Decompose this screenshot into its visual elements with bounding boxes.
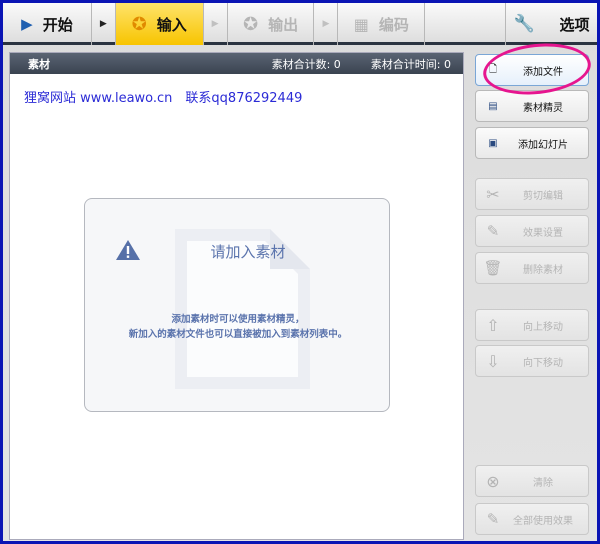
output-tab[interactable]: ✪ 输出 — [228, 3, 315, 45]
edit-icon: ✎ — [486, 222, 500, 240]
apply-all-effects-button[interactable]: ✎ 全部使用效果 — [475, 503, 589, 535]
film-reel-icon: ✪ — [131, 13, 147, 35]
film-reel-icon: ✪ — [242, 13, 259, 35]
empty-hint-line2: 新加入的素材文件也可以直接被加入到素材列表中。 — [128, 329, 348, 340]
encode-tab[interactable]: ▦ 编码 — [338, 3, 426, 45]
window-icon: ▤ — [488, 100, 498, 112]
empty-state-box: 请加入素材 添加素材时可以使用素材精灵， 新加入的素材文件也可以直接被加入到素材… — [84, 198, 390, 412]
panel-header: 素材 素材合计数: 0 素材合计时间: 0 — [10, 53, 463, 74]
close-circle-icon: ⊗ — [486, 471, 500, 491]
wrench-icon: 🔧 — [513, 14, 535, 34]
slideshow-icon: ▣ — [488, 137, 498, 149]
film-strip-icon: ▦ — [353, 14, 369, 34]
step-arrow: ▶ — [204, 3, 228, 45]
website-link[interactable]: 狸窝网站 www.leawo.cn 联系qq876292449 — [24, 87, 302, 106]
toolbar: ▶ 开始 ▶ ✪ 输入 ▶ ✪ 输出 ▶ ▦ 编码 🔧 选项 — [3, 3, 597, 45]
arrow-down-circle-icon: ⇩ — [486, 351, 500, 371]
step-arrow: ▶ — [92, 3, 116, 45]
app-window: ▶ 开始 ▶ ✪ 输入 ▶ ✪ 输出 ▶ ▦ 编码 🔧 选项 素材 素材合计数: 0 素材… — [3, 3, 597, 541]
material-count: 素材合计数: 0 — [271, 57, 341, 71]
toolbar-spacer — [425, 3, 507, 45]
add-slideshow-button[interactable]: ▣ 添加幻灯片 — [475, 127, 589, 159]
step-arrow: ▶ — [314, 3, 339, 45]
move-down-button[interactable]: ⇩ 向下移动 — [475, 345, 589, 377]
input-tab[interactable]: ✪ 输入 — [115, 3, 204, 45]
options-button[interactable]: 🔧 选项 — [506, 3, 597, 45]
empty-title: 请加入素材 — [210, 243, 286, 261]
wizard-button[interactable]: ▤ 素材精灵 — [475, 90, 589, 122]
empty-hint-line1: 添加素材时可以使用素材精灵， — [171, 314, 305, 325]
start-tab[interactable]: ▶ 开始 — [3, 3, 92, 45]
play-icon: ▶ — [21, 15, 33, 33]
scissors-icon: ✂ — [486, 184, 500, 204]
cut-edit-button[interactable]: ✂ 剪切编辑 — [475, 178, 589, 210]
move-up-button[interactable]: ⇧ 向上移动 — [475, 309, 589, 341]
material-panel: 素材 素材合计数: 0 素材合计时间: 0 狸窝网站 www.leawo.cn … — [9, 52, 464, 540]
trash-icon: 🗑 — [483, 259, 503, 277]
material-time: 素材合计时间: 0 — [370, 57, 451, 71]
effects-button[interactable]: ✎ 效果设置 — [475, 215, 589, 247]
delete-button[interactable]: 🗑 删除素材 — [475, 252, 589, 284]
arrow-up-circle-icon: ⇧ — [486, 315, 500, 335]
edit-icon: ✎ — [486, 510, 500, 528]
clear-button[interactable]: ⊗ 清除 — [475, 465, 589, 497]
